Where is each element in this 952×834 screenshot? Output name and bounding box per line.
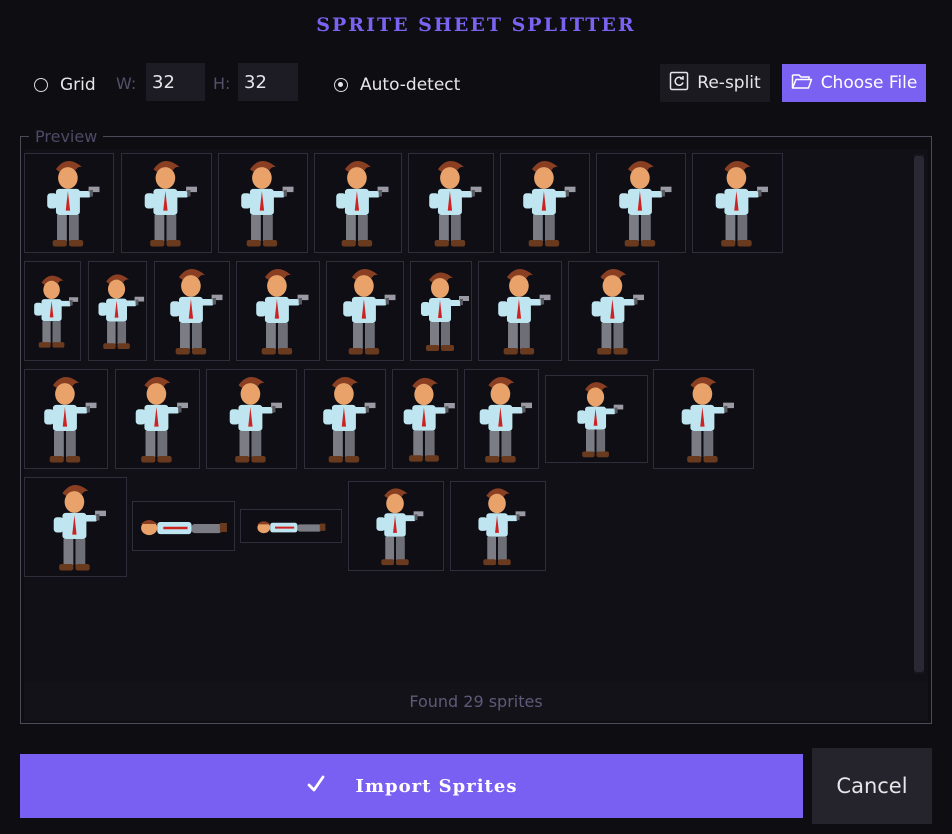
- sprite-grid: [24, 149, 928, 681]
- sprite-cell[interactable]: [392, 369, 458, 469]
- height-input[interactable]: [238, 63, 298, 101]
- folder-open-icon: [791, 72, 813, 95]
- width-label: W:: [116, 74, 137, 93]
- sprite-cell[interactable]: [692, 153, 783, 253]
- import-sprites-button[interactable]: Import Sprites: [20, 754, 803, 818]
- auto-detect-radio-label: Auto-detect: [360, 75, 461, 95]
- sprite-count-status: Found 29 sprites: [409, 691, 543, 711]
- sprite-cell[interactable]: [500, 153, 590, 253]
- sprite-cell[interactable]: [545, 375, 648, 463]
- sprite-cell[interactable]: [154, 261, 230, 361]
- resplit-button[interactable]: Re-split: [660, 64, 770, 102]
- sprite-cell[interactable]: [410, 261, 472, 361]
- sprite-cell[interactable]: [314, 153, 402, 253]
- width-input[interactable]: [146, 63, 205, 101]
- choose-file-button[interactable]: Choose File: [782, 64, 926, 102]
- sprite-cell[interactable]: [326, 261, 404, 361]
- import-sprites-label: Import Sprites: [355, 775, 518, 797]
- checkmark-icon: [306, 774, 326, 799]
- grid-radio-label: Grid: [60, 75, 96, 95]
- resplit-label: Re-split: [697, 73, 761, 93]
- sprite-cell[interactable]: [24, 261, 81, 361]
- status-bar: Found 29 sprites: [24, 681, 928, 721]
- auto-detect-radio-circle[interactable]: [334, 78, 348, 92]
- sprite-cell[interactable]: [464, 369, 539, 469]
- cancel-button[interactable]: Cancel: [812, 748, 932, 824]
- sprite-cell[interactable]: [88, 261, 147, 361]
- sprite-cell[interactable]: [240, 509, 342, 543]
- sprite-cell[interactable]: [115, 369, 200, 469]
- grid-radio-circle[interactable]: [34, 78, 48, 92]
- sprite-cell[interactable]: [596, 153, 686, 253]
- sprite-cell[interactable]: [24, 153, 114, 253]
- preview-legend: Preview: [29, 127, 104, 146]
- sprite-cell[interactable]: [304, 369, 386, 469]
- choose-file-label: Choose File: [820, 73, 918, 93]
- app-title: SPRITE SHEET SPLITTER: [316, 14, 636, 36]
- sprite-cell[interactable]: [408, 153, 494, 253]
- sprite-cell[interactable]: [24, 477, 127, 577]
- sprite-cell[interactable]: [132, 501, 235, 551]
- sprite-cell[interactable]: [236, 261, 320, 361]
- height-label: H:: [213, 74, 231, 93]
- sprite-cell[interactable]: [348, 481, 444, 571]
- scrollbar-thumb[interactable]: [914, 156, 924, 672]
- sprite-cell[interactable]: [218, 153, 308, 253]
- sprite-cell[interactable]: [24, 369, 108, 469]
- sprite-cell[interactable]: [568, 261, 659, 361]
- grid-radio[interactable]: Grid: [34, 72, 96, 98]
- refresh-icon: [669, 71, 689, 96]
- sprite-cell[interactable]: [450, 481, 546, 571]
- sprite-cell[interactable]: [478, 261, 562, 361]
- sprite-cell[interactable]: [121, 153, 212, 253]
- auto-detect-radio[interactable]: Auto-detect: [334, 72, 460, 98]
- sprite-cell[interactable]: [206, 369, 297, 469]
- sprite-cell[interactable]: [653, 369, 754, 469]
